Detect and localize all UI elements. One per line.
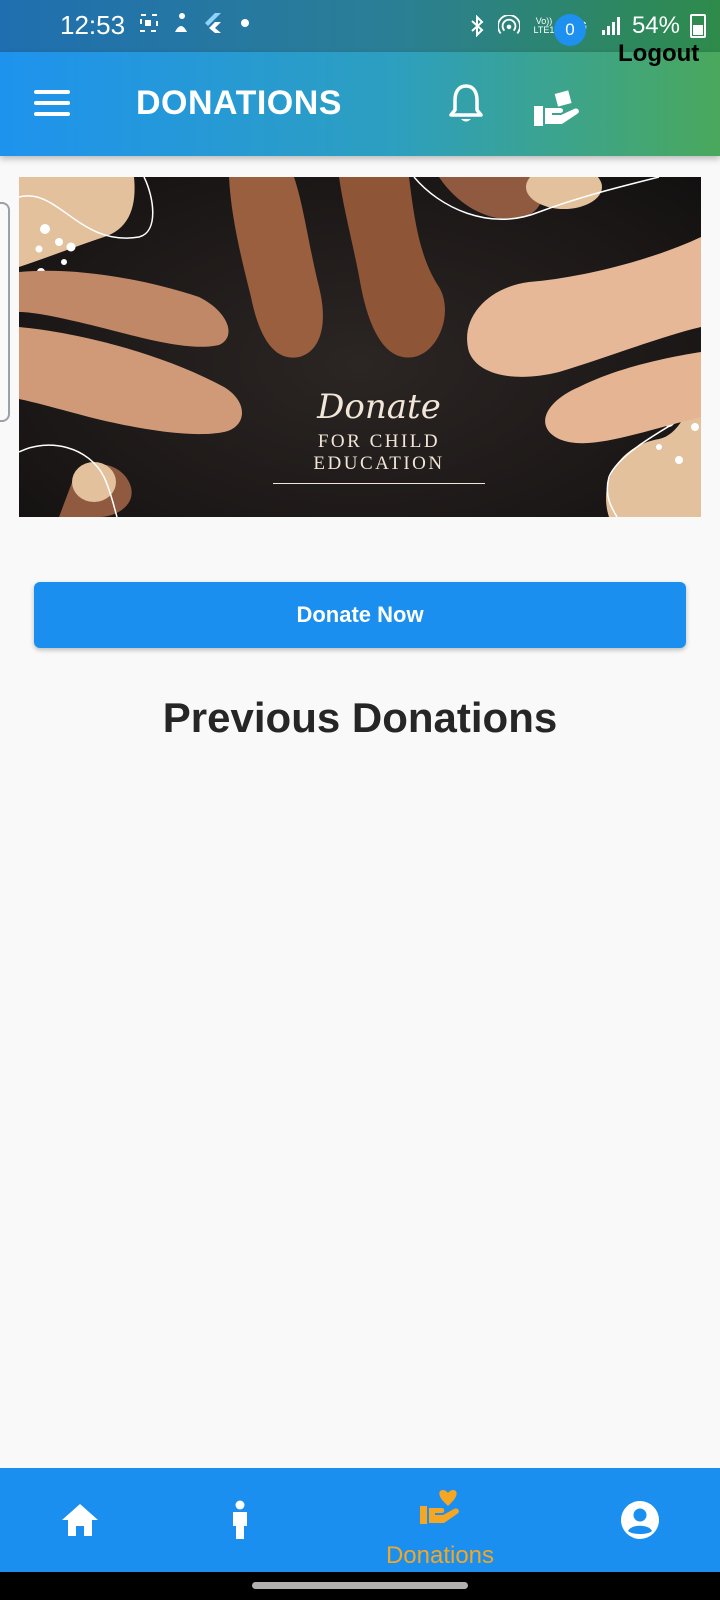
donate-now-button[interactable]: Donate Now xyxy=(34,582,686,648)
dot-icon xyxy=(234,12,256,34)
nav-item-account[interactable] xyxy=(590,1468,690,1572)
nav-item-home[interactable] xyxy=(30,1468,130,1572)
status-icons-left xyxy=(138,12,256,34)
status-bar: 12:53 Vo)) LTE1 4G 54% xyxy=(0,0,720,52)
person-icon xyxy=(233,1500,247,1539)
bottom-navigation: Donations xyxy=(0,1468,720,1572)
donation-heart-hand-icon xyxy=(420,1490,459,1524)
bluetooth-icon xyxy=(466,15,488,37)
account-circle-icon xyxy=(621,1501,659,1539)
page-title: DONATIONS xyxy=(136,84,342,122)
banner-text: Donate FOR CHILD EDUCATION xyxy=(249,387,509,484)
status-icons-right: Vo)) LTE1 4G 54% xyxy=(466,12,706,40)
status-time: 12:53 xyxy=(60,10,126,40)
app-bar: DONATIONS xyxy=(0,52,720,156)
accessibility-icon xyxy=(170,12,192,34)
menu-button[interactable] xyxy=(34,90,70,118)
battery-icon xyxy=(690,14,706,38)
home-gesture-pill[interactable] xyxy=(252,1582,468,1589)
banner-subtitle: FOR CHILD EDUCATION xyxy=(313,431,445,474)
donate-hand-icon xyxy=(534,90,579,126)
flutter-icon xyxy=(202,12,224,34)
signal-icon xyxy=(600,15,622,37)
donation-cart-button[interactable] xyxy=(530,82,584,132)
nav-item-donations[interactable]: Donations xyxy=(370,1468,510,1572)
previous-donations-heading: Previous Donations xyxy=(162,694,558,741)
nav-label-donations: Donations xyxy=(385,1542,495,1569)
battery-percent: 54% xyxy=(631,12,680,39)
hotspot-icon xyxy=(497,15,520,37)
donation-banner: Donate FOR CHILD EDUCATION xyxy=(19,177,701,517)
screen-record-icon xyxy=(138,12,160,34)
banner-title: Donate xyxy=(317,387,441,427)
menu-icon-bar xyxy=(34,90,70,94)
system-gesture-bar xyxy=(0,1572,720,1600)
logout-button[interactable]: Logout xyxy=(618,40,699,68)
edge-panel-handle[interactable] xyxy=(0,202,10,422)
nav-item-profile-person[interactable] xyxy=(190,1468,290,1572)
menu-icon-bar xyxy=(34,101,70,105)
notifications-button[interactable] xyxy=(446,82,486,126)
bell-icon xyxy=(449,84,483,122)
cart-badge: 0 xyxy=(554,14,586,46)
banner-divider xyxy=(273,483,485,484)
home-icon xyxy=(62,1504,98,1536)
menu-icon-bar xyxy=(34,112,70,116)
